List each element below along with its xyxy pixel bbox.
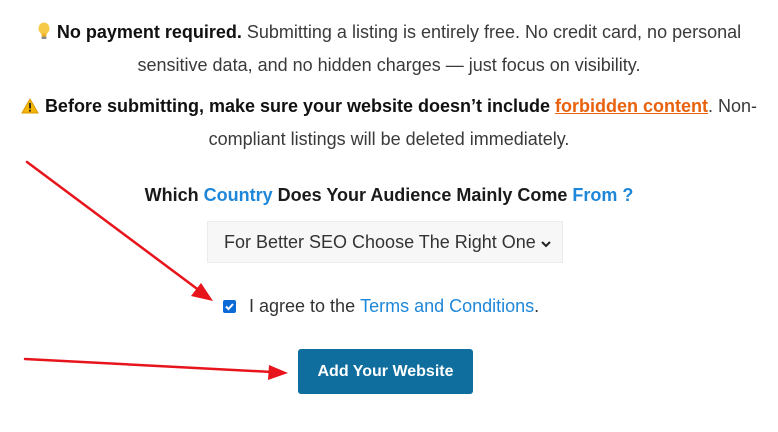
country-select[interactable]: For Better SEO Choose The Right One	[207, 221, 563, 263]
country-question-highlight-country: Country	[203, 185, 273, 205]
terms-agreement-suffix: .	[534, 296, 540, 316]
forbidden-content-notice: Before submitting, make sure your websit…	[0, 91, 778, 155]
terms-agreement-prefix: I agree to the	[249, 296, 361, 316]
country-question-part1: Which	[144, 185, 204, 205]
warning-icon	[21, 93, 39, 124]
terms-agreement-row: I agree to the Terms and Conditions.	[223, 296, 539, 317]
chevron-down-icon	[540, 235, 552, 256]
terms-and-conditions-link[interactable]: Terms and Conditions	[360, 296, 534, 317]
forbidden-content-link[interactable]: forbidden content	[555, 96, 708, 116]
country-select-value: For Better SEO Choose The Right One	[224, 231, 536, 252]
country-question-highlight-from: From ?	[572, 185, 634, 205]
submission-form: No payment required. Submitting a listin…	[0, 0, 778, 432]
add-your-website-button[interactable]: Add Your Website	[298, 349, 473, 394]
country-question-label: Which Country Does Your Audience Mainly …	[0, 185, 778, 206]
country-question-part2: Does Your Audience Mainly Come	[272, 185, 573, 205]
payment-notice: No payment required. Submitting a listin…	[0, 17, 778, 81]
terms-checkbox[interactable]	[223, 300, 236, 313]
lightbulb-icon	[37, 19, 51, 50]
arrow-to-checkbox-icon	[25, 160, 213, 301]
payment-notice-bold: No payment required.	[56, 22, 242, 42]
forbidden-notice-bold: Before submitting, make sure your websit…	[44, 96, 556, 116]
arrow-to-submit-button-icon	[23, 357, 288, 380]
